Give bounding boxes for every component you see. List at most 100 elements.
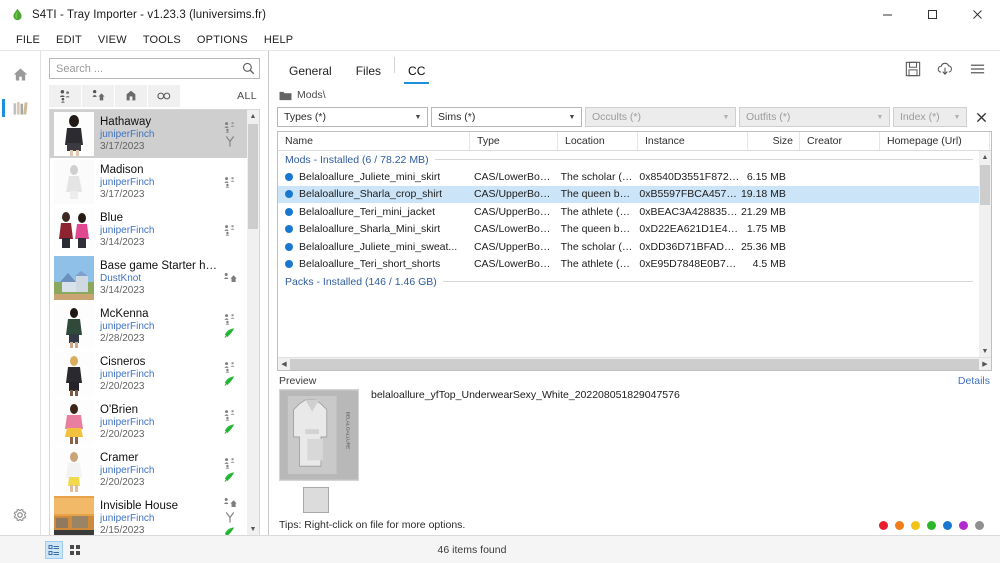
column-header-name[interactable]: Name — [278, 132, 470, 150]
file-row-name: Belaloallure_Teri_mini_jacket — [278, 206, 467, 218]
list-view-button[interactable] — [45, 541, 63, 559]
tray-list-scrollbar[interactable]: ▲ ▼ — [247, 110, 259, 535]
scroll-left-icon[interactable]: ◀ — [278, 358, 290, 371]
tab-general[interactable]: General — [277, 60, 344, 85]
file-row[interactable]: Belaloallure_Juliete_mini_skirtCAS/Lower… — [278, 168, 979, 186]
tray-list-item[interactable]: CisnerosjuniperFinch2/20/2023 — [50, 350, 247, 398]
details-link[interactable]: Details — [958, 375, 990, 387]
maximize-button[interactable] — [910, 0, 955, 30]
filter-lots-button[interactable] — [82, 85, 114, 107]
hscroll-thumb[interactable] — [290, 359, 979, 370]
file-row[interactable]: Belaloallure_Teri_short_shortsCAS/LowerB… — [278, 256, 979, 274]
tray-item-thumbnail — [54, 256, 94, 300]
menu-file[interactable]: FILE — [8, 32, 48, 48]
tray-item-name: McKenna — [100, 308, 217, 320]
tab-cc[interactable]: CC — [396, 60, 437, 85]
file-grid-body[interactable]: Mods - Installed (6 / 78.22 MB)Belaloall… — [278, 151, 991, 357]
scroll-track[interactable] — [979, 163, 991, 345]
menu-help[interactable]: HELP — [256, 32, 302, 48]
filter-rooms-button[interactable] — [115, 85, 147, 107]
tray-item-creator[interactable]: juniperFinch — [100, 321, 217, 332]
column-header-size[interactable]: Size — [748, 132, 800, 150]
tray-list-item[interactable]: HathawayjuniperFinch3/17/2023 — [50, 110, 247, 158]
save-button[interactable] — [900, 57, 926, 81]
scroll-track[interactable] — [247, 122, 259, 523]
file-grid-hscrollbar[interactable]: ◀ ▶ — [278, 357, 991, 370]
tray-list-item[interactable]: McKennajuniperFinch2/28/2023 — [50, 302, 247, 350]
tray-item-creator[interactable]: DustKnot — [100, 273, 217, 284]
column-header-type[interactable]: Type — [470, 132, 558, 150]
hscroll-track[interactable] — [290, 358, 979, 371]
filter-sims-combo[interactable]: Sims (*) ▼ — [431, 107, 582, 127]
search-box[interactable] — [49, 58, 260, 79]
color-filter-dot[interactable] — [959, 521, 968, 530]
filter-types-combo[interactable]: Types (*) ▼ — [277, 107, 428, 127]
tray-item-creator[interactable]: juniperFinch — [100, 417, 217, 428]
path-breadcrumb: Mods\ — [269, 85, 1000, 105]
column-header-homepage-url[interactable]: Homepage (Url) — [880, 132, 990, 150]
file-group-header[interactable]: Packs - Installed (146 / 1.46 GB) — [278, 273, 979, 290]
tray-item-creator[interactable]: juniperFinch — [100, 225, 217, 236]
path-text[interactable]: Mods\ — [297, 89, 326, 101]
sidebar-all-label[interactable]: ALL — [237, 90, 260, 102]
color-filter-dot[interactable] — [943, 521, 952, 530]
menu-button[interactable] — [964, 57, 990, 81]
filter-households-button[interactable] — [49, 85, 81, 107]
menu-view[interactable]: VIEW — [90, 32, 135, 48]
tray-item-creator[interactable]: juniperFinch — [100, 177, 217, 188]
tray-list-item[interactable]: O'BrienjuniperFinch2/20/2023 — [50, 398, 247, 446]
preview-swatch[interactable] — [303, 487, 329, 513]
scroll-up-icon[interactable]: ▲ — [247, 110, 259, 122]
tray-list[interactable]: HathawayjuniperFinch3/17/2023Madisonjuni… — [49, 109, 260, 535]
scroll-thumb[interactable] — [980, 165, 990, 205]
tray-list-item[interactable]: Invisible HousejuniperFinch2/15/2023 — [50, 494, 247, 535]
tray-item-badges — [217, 176, 243, 188]
tray-list-item[interactable]: MadisonjuniperFinch3/17/2023 — [50, 158, 247, 206]
scroll-down-icon[interactable]: ▼ — [979, 345, 991, 357]
scroll-thumb[interactable] — [248, 124, 258, 229]
file-row[interactable]: Belaloallure_Juliete_mini_sweat...CAS/Up… — [278, 238, 979, 256]
tray-item-creator[interactable]: juniperFinch — [100, 369, 217, 380]
file-row[interactable]: Belaloallure_Sharla_crop_shirtCAS/UpperB… — [278, 186, 979, 204]
file-row[interactable]: Belaloallure_Sharla_Mini_skirtCAS/LowerB… — [278, 221, 979, 239]
preview-image[interactable]: BELALOALLURE — [279, 389, 359, 481]
menu-options[interactable]: OPTIONS — [189, 32, 256, 48]
file-row-instance: 0xB5597FBCA4576DD1 — [632, 188, 740, 200]
grid-view-button[interactable] — [66, 541, 84, 559]
rail-settings-button[interactable] — [0, 495, 41, 535]
scroll-right-icon[interactable]: ▶ — [979, 358, 991, 371]
file-row[interactable]: Belaloallure_Teri_mini_jacketCAS/UpperBo… — [278, 203, 979, 221]
file-grid-scrollbar[interactable]: ▲ ▼ — [979, 151, 991, 357]
tray-item-creator[interactable]: juniperFinch — [100, 465, 217, 476]
download-button[interactable] — [932, 57, 958, 81]
color-filter-dot[interactable] — [879, 521, 888, 530]
column-header-instance[interactable]: Instance — [638, 132, 748, 150]
close-icon — [976, 112, 987, 123]
tray-list-item[interactable]: BluejuniperFinch3/14/2023 — [50, 206, 247, 254]
color-filter-dot[interactable] — [911, 521, 920, 530]
color-filter-dot[interactable] — [895, 521, 904, 530]
clear-filters-button[interactable] — [970, 112, 992, 123]
tab-files[interactable]: Files — [344, 60, 393, 85]
file-group-header[interactable]: Mods - Installed (6 / 78.22 MB) — [278, 151, 979, 168]
search-icon[interactable] — [241, 62, 255, 76]
menu-tools[interactable]: TOOLS — [135, 32, 189, 48]
scroll-down-icon[interactable]: ▼ — [247, 523, 259, 535]
menu-edit[interactable]: EDIT — [48, 32, 90, 48]
color-filter-dot[interactable] — [975, 521, 984, 530]
rail-library-button[interactable] — [0, 91, 41, 125]
search-input[interactable] — [56, 63, 241, 75]
column-header-location[interactable]: Location — [558, 132, 638, 150]
tray-list-item[interactable]: Base game Starter houseDustKnot3/14/2023 — [50, 254, 247, 302]
close-button[interactable] — [955, 0, 1000, 30]
tray-list-item[interactable]: CramerjuniperFinch2/20/2023 — [50, 446, 247, 494]
tray-item-creator[interactable]: juniperFinch — [100, 129, 217, 140]
filter-all-button[interactable] — [148, 85, 180, 107]
column-header-creator[interactable]: Creator — [800, 132, 880, 150]
rail-home-button[interactable] — [0, 57, 41, 91]
scroll-up-icon[interactable]: ▲ — [979, 151, 991, 163]
minimize-button[interactable] — [865, 0, 910, 30]
tray-item-creator[interactable]: juniperFinch — [100, 513, 217, 524]
file-row-size: 21.29 MB — [741, 206, 792, 218]
color-filter-dot[interactable] — [927, 521, 936, 530]
